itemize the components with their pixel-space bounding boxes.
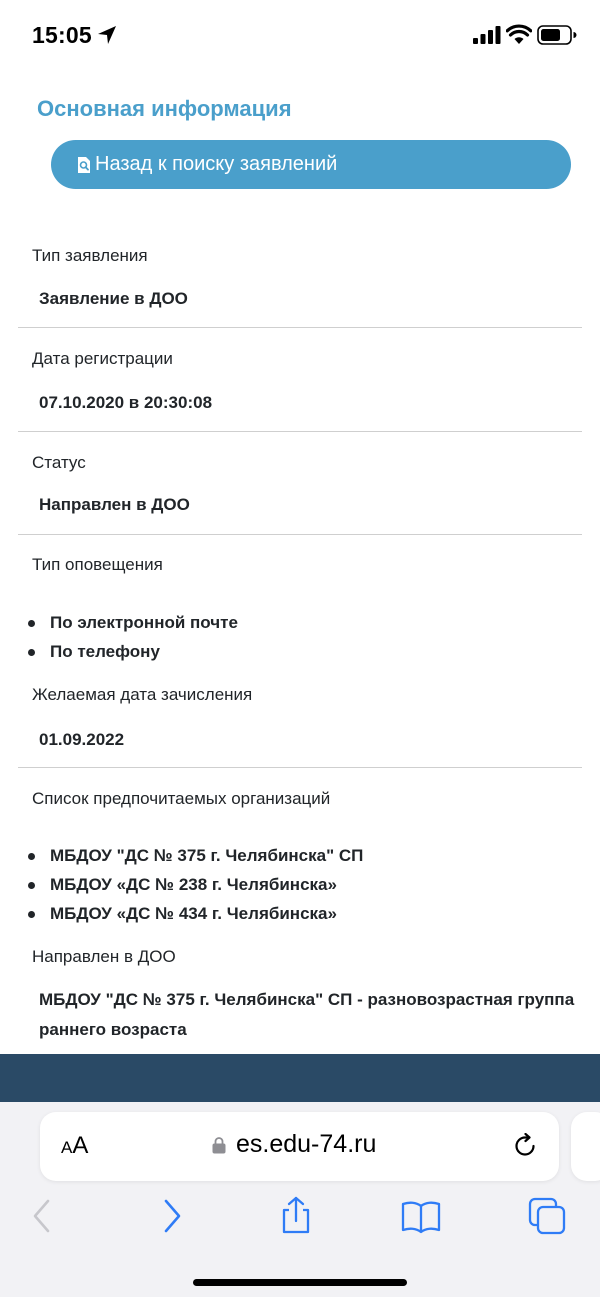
field-enrollment-date: Желаемая дата зачисления 01.09.2022	[18, 676, 582, 768]
field-label: Желаемая дата зачисления	[32, 685, 253, 704]
lock-icon	[212, 1137, 226, 1154]
field-value: Заявление в ДОО	[39, 289, 188, 308]
forward-chevron-icon[interactable]	[152, 1196, 192, 1236]
page-content: Основная информация Назад к поиску заявл…	[0, 72, 600, 1054]
page-footer	[0, 1054, 600, 1102]
browser-toolbar: AA es.edu-74.ru	[0, 1102, 600, 1297]
field-status: Статус Направлен в ДОО	[18, 433, 582, 535]
list-item: По телефону	[28, 637, 238, 666]
field-value: 07.10.2020 в 20:30:08	[39, 393, 213, 412]
back-to-search-button[interactable]: Назад к поиску заявлений	[51, 140, 571, 189]
list-item: МБДОУ «ДС № 434 г. Челябинска»	[28, 899, 363, 928]
field-label: Статус	[32, 453, 86, 472]
notification-type-list: По электронной почте По телефону	[28, 608, 238, 666]
location-arrow-icon	[98, 26, 116, 44]
status-time: 15:05	[32, 22, 92, 48]
page-title: Основная информация	[37, 96, 292, 121]
address-bar[interactable]: AA es.edu-74.ru	[40, 1112, 559, 1181]
preferred-organizations-list: МБДОУ "ДС № 375 г. Челябинска" СП МБДОУ …	[28, 841, 363, 928]
field-value: МБДОУ "ДС № 375 г. Челябинска" СП - разн…	[39, 990, 575, 1039]
reader-settings-button[interactable]: AA	[61, 1132, 88, 1160]
field-label: Дата регистрации	[32, 349, 173, 368]
list-item: По электронной почте	[28, 608, 238, 637]
reload-icon[interactable]	[512, 1133, 538, 1159]
field-preferred-organizations: Список предпочитаемых организаций МБДОУ …	[18, 769, 582, 937]
field-registration-date: Дата регистрации 07.10.2020 в 20:30:08	[18, 329, 582, 432]
url-text: es.edu-74.ru	[236, 1130, 377, 1158]
field-label: Направлен в ДОО	[32, 947, 176, 966]
field-notification-type: Тип оповещения По электронной почте По т…	[18, 536, 582, 686]
field-value: 01.09.2022	[39, 730, 125, 749]
field-application-type: Тип заявления Заявление в ДОО	[18, 230, 582, 328]
back-chevron-icon[interactable]	[22, 1196, 62, 1236]
back-to-search-label: Назад к поиску заявлений	[95, 153, 338, 175]
bookmarks-icon[interactable]	[401, 1196, 441, 1236]
battery-icon	[537, 25, 577, 45]
list-item: МБДОУ "ДС № 375 г. Челябинска" СП	[28, 841, 363, 870]
status-bar: 15:05	[0, 0, 600, 72]
field-label: Тип оповещения	[32, 555, 163, 574]
wifi-icon	[506, 24, 532, 44]
field-label: Список предпочитаемых организаций	[32, 789, 331, 808]
search-document-icon	[78, 156, 90, 173]
tabs-icon[interactable]	[527, 1196, 567, 1236]
cellular-signal-icon	[473, 26, 501, 44]
home-indicator	[193, 1279, 407, 1286]
field-directed-to: Направлен в ДОО МБДОУ "ДС № 375 г. Челяб…	[18, 937, 582, 1054]
field-value: Направлен в ДОО	[39, 495, 190, 514]
share-icon[interactable]	[276, 1196, 316, 1236]
next-tab-preview[interactable]	[571, 1112, 600, 1181]
aa-small-letter: A	[61, 1138, 73, 1157]
list-item: МБДОУ «ДС № 238 г. Челябинска»	[28, 870, 363, 899]
field-label: Тип заявления	[32, 246, 148, 265]
aa-large-letter: A	[72, 1132, 89, 1159]
